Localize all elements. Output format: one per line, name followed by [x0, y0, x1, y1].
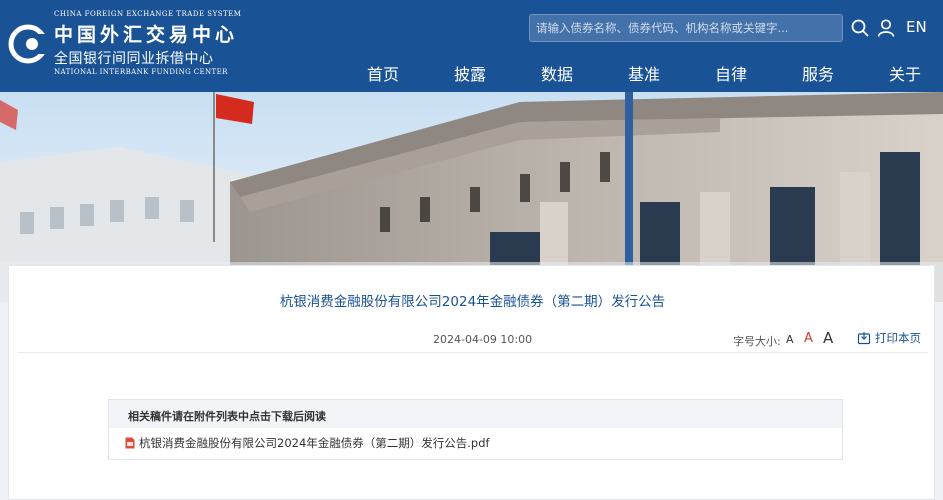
article-date: 2024-04-09 10:00: [433, 333, 533, 346]
nav-benchmark[interactable]: 基准: [628, 61, 660, 85]
font-size-label: 字号大小:: [733, 335, 781, 348]
attachments-panel: 相关稿件请在附件列表中点击下载后阅读 杭银消费金融股份有限公司2024年金融债券…: [108, 399, 843, 460]
print-button[interactable]: 打印本页: [857, 330, 921, 346]
language-switch[interactable]: EN: [906, 18, 927, 36]
print-icon: [857, 332, 871, 345]
user-icon[interactable]: [877, 19, 895, 37]
font-size-large-button[interactable]: A: [823, 329, 833, 347]
nav-services[interactable]: 服务: [802, 61, 834, 85]
nav-data[interactable]: 数据: [541, 61, 573, 85]
logo-cn-subtitle: 全国银行间同业拆借中心: [54, 51, 214, 67]
search-icon[interactable]: [851, 19, 869, 37]
logo-mark-icon: [8, 24, 48, 64]
site-logo[interactable]: CHINA FOREIGN EXCHANGE TRADE SYSTEM 中国外汇…: [8, 10, 241, 82]
logo-cn-title: 中国外汇交易中心: [54, 24, 239, 46]
article-card: 杭银消费金融股份有限公司2024年金融债券（第二期）发行公告 2024-04-0…: [8, 265, 935, 500]
attachment-item[interactable]: 杭银消费金融股份有限公司2024年金融债券（第二期）发行公告.pdf: [109, 428, 842, 451]
nav-self-regulation[interactable]: 自律: [715, 61, 747, 85]
font-size-medium-button[interactable]: A: [804, 331, 813, 346]
font-size-small-button[interactable]: A: [786, 333, 794, 346]
divider: [17, 352, 928, 353]
article-title: 杭银消费金融股份有限公司2024年金融债券（第二期）发行公告: [279, 294, 666, 310]
nav-about[interactable]: 关于: [889, 61, 921, 85]
pdf-icon: [125, 437, 135, 449]
search-box: [529, 14, 843, 42]
attachments-header: 相关稿件请在附件列表中点击下载后阅读: [109, 400, 842, 428]
search-input[interactable]: [530, 15, 842, 41]
nav-disclosure[interactable]: 披露: [454, 61, 486, 85]
print-label: 打印本页: [875, 331, 921, 345]
nav-home[interactable]: 首页: [367, 61, 399, 85]
logo-en-top: CHINA FOREIGN EXCHANGE TRADE SYSTEM: [54, 10, 242, 18]
attachment-link[interactable]: 杭银消费金融股份有限公司2024年金融债券（第二期）发行公告.pdf: [139, 435, 490, 451]
logo-en-bottom: NATIONAL INTERBANK FUNDING CENTER: [54, 68, 228, 76]
site-header: CHINA FOREIGN EXCHANGE TRADE SYSTEM 中国外汇…: [0, 0, 943, 92]
